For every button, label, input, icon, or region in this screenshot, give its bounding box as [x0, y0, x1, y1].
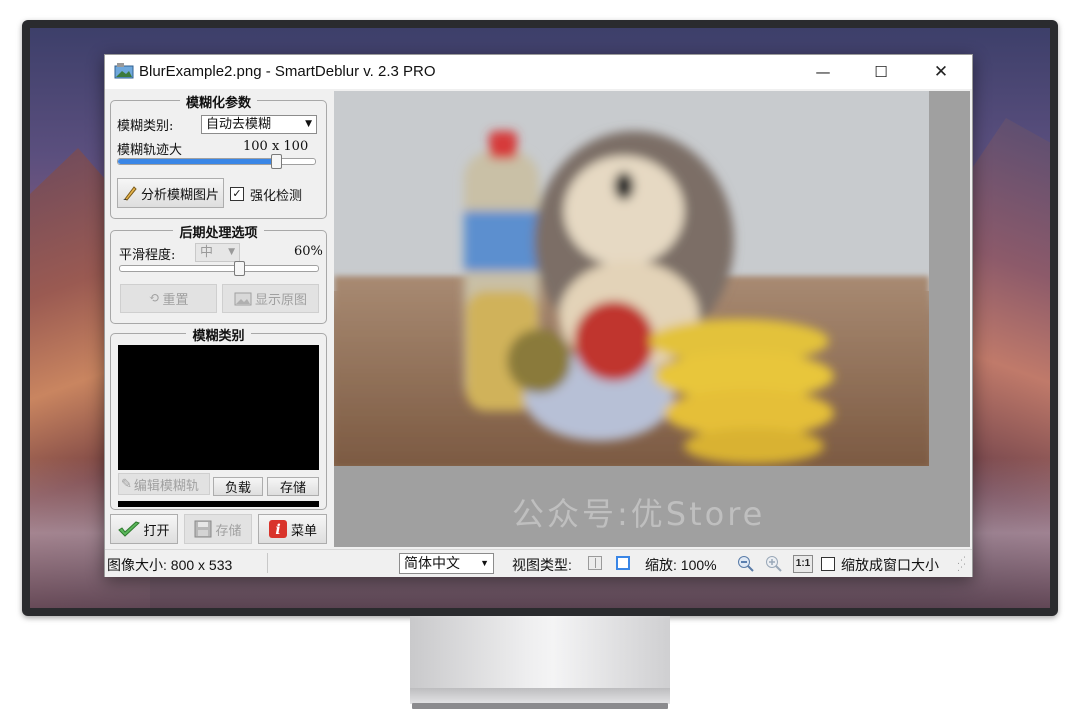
- split-view-icon[interactable]: [588, 556, 602, 570]
- dropdown-arrow-icon: ▼: [305, 119, 312, 129]
- load-kernel-button[interactable]: 负载: [213, 477, 263, 496]
- fit-window-checkbox[interactable]: [821, 557, 835, 571]
- blurred-photo-illustration: [334, 91, 929, 466]
- svg-text:i: i: [275, 522, 280, 538]
- blur-kernel-preview: [118, 345, 319, 470]
- language-select[interactable]: 简体中文 ▼: [399, 553, 494, 574]
- blur-params-title: 模糊化参数: [179, 96, 257, 111]
- smooth-value: 中: [200, 245, 214, 260]
- monitor-stand-base: [410, 688, 670, 704]
- blur-trace-slider-thumb[interactable]: [271, 154, 282, 169]
- dropdown-arrow-icon: ▼: [228, 247, 235, 257]
- app-icon: [114, 63, 134, 79]
- monitor-stand: [410, 616, 670, 690]
- reset-icon: ⟲: [148, 291, 160, 306]
- fit-window-label: 缩放成窗口大小: [841, 557, 939, 573]
- open-label: 打开: [143, 523, 170, 539]
- minimize-button[interactable]: —: [800, 55, 846, 89]
- smooth-percent: 60%: [294, 244, 323, 259]
- zoom-text: 缩放: 100%: [645, 557, 717, 573]
- maximize-button[interactable]: ☐: [858, 55, 904, 89]
- blur-type-label: 模糊类别:: [117, 119, 174, 134]
- enhance-detection-checkbox[interactable]: ✓: [230, 187, 244, 201]
- close-button[interactable]: ✕: [918, 55, 964, 89]
- edit-blur-trace-button[interactable]: ✎ 编辑模糊轨: [118, 473, 210, 495]
- blur-trace-slider-fill: [118, 159, 277, 164]
- watermark-text: 公众号:优Store: [512, 495, 766, 533]
- blur-trace-slider[interactable]: [117, 158, 316, 165]
- deblur-image[interactable]: [334, 91, 929, 466]
- zoom-out-icon[interactable]: [737, 555, 755, 573]
- blur-type-select[interactable]: 自动去模糊 ▼: [201, 115, 317, 134]
- resize-grip-icon[interactable]: ⋰ ⋰: [957, 557, 969, 573]
- view-type-label: 视图类型:: [512, 557, 572, 573]
- blur-params-group: 模糊化参数 模糊类别: 自动去模糊 ▼ 模糊轨迹大 100 x 100 分析模糊…: [110, 96, 327, 219]
- smooth-slider[interactable]: [119, 265, 319, 272]
- menu-label: 菜单: [290, 523, 317, 539]
- analyze-blur-button[interactable]: 分析模糊图片: [117, 178, 224, 208]
- edit-icon: ✎: [121, 476, 132, 492]
- reset-button[interactable]: ⟲ 重置: [120, 284, 217, 313]
- monitor-stand-foot: [412, 703, 668, 709]
- post-process-title: 后期处理选项: [173, 226, 264, 241]
- zoom-in-icon[interactable]: [765, 555, 783, 573]
- smooth-select[interactable]: 中 ▼: [195, 243, 240, 262]
- blur-trace-value: 100 x 100: [243, 139, 309, 154]
- single-view-icon[interactable]: [616, 556, 630, 570]
- reset-label: 重置: [162, 293, 189, 308]
- picture-icon: [234, 292, 252, 305]
- pencil-icon: [122, 186, 137, 201]
- smooth-slider-thumb[interactable]: [234, 261, 245, 276]
- save-label: 存储: [215, 523, 242, 539]
- status-bar: 图像大小: 800 x 533 简体中文 ▼ 视图类型: 缩放: 100% 1:…: [105, 549, 972, 577]
- window-title: BlurExample2.png - SmartDeblur v. 2.3 PR…: [139, 63, 436, 80]
- blur-kernel-preview-bottom: [118, 501, 319, 507]
- smartdeblur-window: BlurExample2.png - SmartDeblur v. 2.3 PR…: [104, 54, 973, 577]
- checkmark-icon: [118, 521, 141, 537]
- show-original-label: 显示原图: [254, 293, 307, 308]
- save-kernel-button[interactable]: 存储: [267, 477, 319, 496]
- title-bar[interactable]: BlurExample2.png - SmartDeblur v. 2.3 PR…: [105, 55, 972, 89]
- show-original-button[interactable]: 显示原图: [222, 284, 319, 313]
- smooth-label: 平滑程度:: [119, 248, 176, 263]
- blur-kind-title: 模糊类别: [186, 329, 251, 344]
- language-value: 简体中文: [404, 555, 460, 571]
- blur-trace-label: 模糊轨迹大: [117, 143, 183, 158]
- actual-size-button[interactable]: 1:1: [793, 555, 813, 573]
- menu-button[interactable]: i 菜单: [258, 514, 327, 544]
- edit-blur-trace-label: 编辑模糊轨: [133, 478, 199, 494]
- floppy-disk-icon: [194, 520, 212, 538]
- post-process-group: 后期处理选项 平滑程度: 中 ▼ 60% ⟲ 重置 显示原图: [110, 226, 327, 324]
- save-button[interactable]: 存储: [184, 514, 252, 544]
- enhance-detection-label: 强化检测: [250, 189, 303, 204]
- blur-kind-group: 模糊类别 ✎ 编辑模糊轨 负载 存储: [110, 329, 327, 510]
- image-viewport[interactable]: 公众号:优Store: [334, 91, 970, 547]
- open-button[interactable]: 打开: [110, 514, 178, 544]
- image-size-text: 图像大小: 800 x 533: [107, 557, 233, 573]
- analyze-blur-label: 分析模糊图片: [140, 187, 219, 203]
- dropdown-arrow-icon: ▼: [480, 558, 489, 568]
- info-icon: i: [268, 520, 287, 538]
- blur-type-value: 自动去模糊: [206, 117, 272, 132]
- status-divider: [267, 553, 268, 573]
